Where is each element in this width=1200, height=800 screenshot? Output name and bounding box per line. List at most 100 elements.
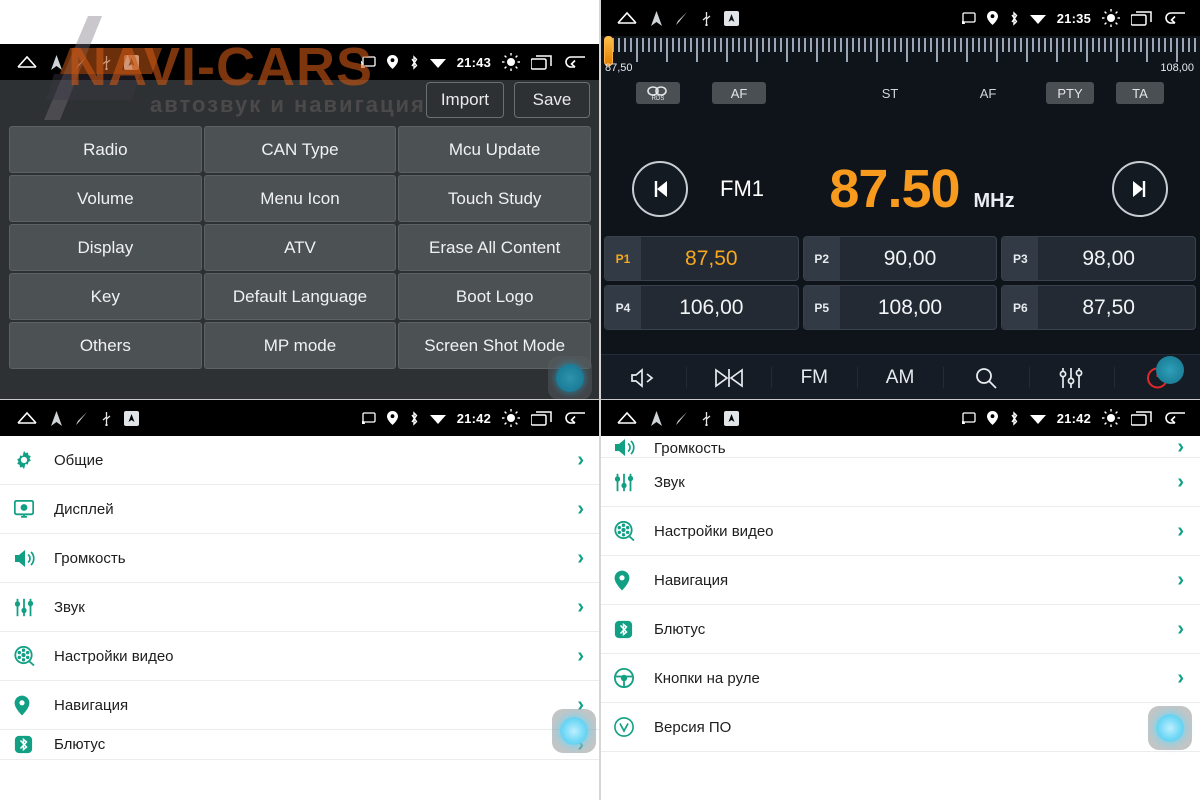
brightness-icon[interactable] — [502, 409, 520, 427]
chevron-right-icon: › — [1177, 436, 1184, 458]
chevron-right-icon: › — [1177, 618, 1184, 640]
home-icon[interactable] — [16, 55, 38, 69]
settings-item-video[interactable]: Настройки видео › — [600, 507, 1200, 556]
settings-item-bluetooth[interactable]: Блютус › — [600, 605, 1200, 654]
back-icon[interactable] — [564, 55, 586, 69]
tuner-tick — [1134, 38, 1136, 52]
brightness-icon[interactable] — [502, 53, 520, 71]
factory-grid-item-display[interactable]: Display — [9, 224, 202, 271]
factory-grid-item-touch-study[interactable]: Touch Study — [398, 175, 591, 222]
factory-grid-item-default-language[interactable]: Default Language — [203, 273, 397, 320]
tuner-tick — [1146, 38, 1148, 62]
status-bar-clock: 21:42 — [1056, 410, 1091, 426]
back-icon[interactable] — [564, 411, 586, 425]
factory-grid-item-can-type[interactable]: CAN Type — [203, 126, 397, 173]
factory-grid-item-boot-logo[interactable]: Boot Logo — [398, 273, 591, 320]
equalizer-icon[interactable] — [1028, 355, 1115, 400]
rds-chip[interactable]: RDS — [636, 82, 680, 104]
factory-grid-item-volume[interactable]: Volume — [9, 175, 202, 222]
back-icon[interactable] — [1164, 411, 1186, 425]
settings-item-navigation[interactable]: Навигация › — [0, 681, 600, 730]
preset-button-p6[interactable]: P6 87,50 — [1001, 285, 1196, 330]
factory-grid-item-mcu-update[interactable]: Mcu Update — [398, 126, 591, 173]
settings-item-software-version[interactable]: Версия ПО › — [600, 703, 1200, 752]
tuner-tick — [1104, 38, 1106, 52]
tuner-tick — [1002, 38, 1004, 52]
status-bar-clock: 21:43 — [456, 54, 491, 70]
status-bar-radio: 21:35 — [600, 0, 1200, 36]
settings-item-steering-wheel-buttons[interactable]: Кнопки на руле › — [600, 654, 1200, 703]
home-icon[interactable] — [616, 11, 638, 25]
settings-list-top[interactable]: Общие › Дисплей › Громкость › Звук › Нас… — [0, 436, 600, 800]
letterbox-top — [0, 0, 600, 44]
import-button[interactable]: Import — [425, 82, 504, 118]
tuner-tick — [942, 38, 944, 52]
tuner-tick — [1140, 38, 1142, 52]
settings-item-sound[interactable]: Звук › — [600, 458, 1200, 507]
preset-button-p1[interactable]: P1 87,50 — [604, 236, 799, 281]
af-chip[interactable]: AF — [712, 82, 766, 104]
settings-item-video[interactable]: Настройки видео › — [0, 632, 600, 681]
cast-icon[interactable] — [961, 11, 976, 25]
settings-item-bluetooth-partial[interactable]: Блютус › — [0, 730, 600, 760]
recents-icon[interactable] — [1131, 410, 1153, 426]
home-icon[interactable] — [16, 411, 38, 425]
cast-icon[interactable] — [361, 411, 376, 425]
preset-tag: P1 — [605, 237, 641, 280]
tuner-tick — [858, 38, 860, 52]
tuner-tick — [930, 38, 932, 52]
factory-grid-item-others[interactable]: Others — [9, 322, 202, 369]
st-indicator: ST — [881, 85, 899, 101]
brightness-icon[interactable] — [1102, 409, 1120, 427]
recents-icon[interactable] — [531, 54, 553, 70]
ta-chip[interactable]: TA — [1116, 82, 1164, 104]
settings-item-general[interactable]: Общие › — [0, 436, 600, 485]
preset-button-p4[interactable]: P4 106,00 — [604, 285, 799, 330]
settings-item-display[interactable]: Дисплей › — [0, 485, 600, 534]
location-icon — [986, 411, 998, 425]
settings-item-sound[interactable]: Звук › — [0, 583, 600, 632]
settings-list-scrolled[interactable]: Громкость › Звук › Настройки видео › Нав… — [600, 436, 1200, 800]
preset-tag: P2 — [803, 237, 840, 280]
recents-icon[interactable] — [531, 410, 553, 426]
factory-grid-item-erase-all-content[interactable]: Erase All Content — [398, 224, 591, 271]
cast-icon[interactable] — [961, 411, 976, 425]
factory-grid-item-atv[interactable]: ATV — [203, 224, 397, 271]
tuner-tick — [1170, 38, 1172, 52]
tuner-tick — [990, 38, 992, 52]
settings-item-volume[interactable]: Громкость › — [0, 534, 600, 583]
brightness-icon[interactable] — [1102, 9, 1120, 27]
preset-button-p5[interactable]: P5 108,00 — [802, 285, 998, 330]
settings-item-navigation[interactable]: Навигация › — [600, 556, 1200, 605]
version-icon — [614, 717, 648, 737]
am-button[interactable]: AM — [857, 355, 943, 400]
save-button[interactable]: Save — [514, 82, 590, 118]
seek-previous-button[interactable] — [632, 161, 688, 217]
seek-next-button[interactable] — [1112, 161, 1168, 217]
factory-grid-item-key[interactable]: Key — [9, 273, 202, 320]
chevron-right-icon: › — [1177, 471, 1184, 493]
factory-grid-item-mp-mode[interactable]: MP mode — [203, 322, 397, 369]
settings-item-label: Навигация — [654, 571, 729, 589]
band-switch-icon[interactable] — [685, 355, 772, 400]
factory-grid-item-menu-icon[interactable]: Menu Icon — [203, 175, 397, 222]
settings-item-label: Громкость — [654, 440, 726, 457]
fm-button[interactable]: FM — [771, 355, 857, 400]
cast-icon[interactable] — [360, 55, 376, 69]
status-bar-right-icons: 21:42 — [361, 409, 600, 427]
bluetooth-icon — [409, 410, 419, 426]
search-icon[interactable] — [942, 355, 1029, 400]
radio-tuner-scale[interactable]: 87,50 108,00 — [600, 36, 1200, 78]
back-icon[interactable] — [1164, 11, 1186, 25]
mute-icon[interactable] — [600, 355, 686, 400]
preset-button-p2[interactable]: P2 90,00 — [802, 236, 998, 281]
preset-button-p3[interactable]: P3 98,00 — [1001, 236, 1196, 281]
location-icon — [386, 411, 398, 425]
recents-icon[interactable] — [1131, 10, 1153, 26]
home-icon[interactable] — [616, 411, 638, 425]
pty-chip[interactable]: PTY — [1046, 82, 1094, 104]
factory-grid-item-radio[interactable]: Radio — [9, 126, 202, 173]
status-bar-right-icons: 21:43 — [360, 53, 600, 71]
settings-item-volume-partial[interactable]: Громкость › — [600, 436, 1200, 458]
tuner-tick — [804, 38, 806, 52]
